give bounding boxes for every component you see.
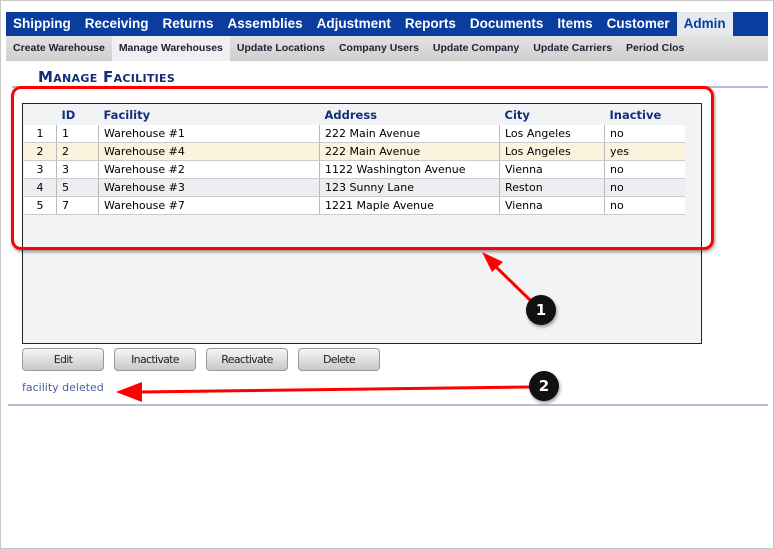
annotation-arrowhead-2 [116,382,142,402]
annotation-arrows [116,252,532,402]
annotation-arrow-1 [490,261,532,302]
annotation-arrow-2 [139,385,531,394]
annotation-marker-2: 2 [529,371,559,401]
annotation-marker-1: 1 [526,295,556,325]
